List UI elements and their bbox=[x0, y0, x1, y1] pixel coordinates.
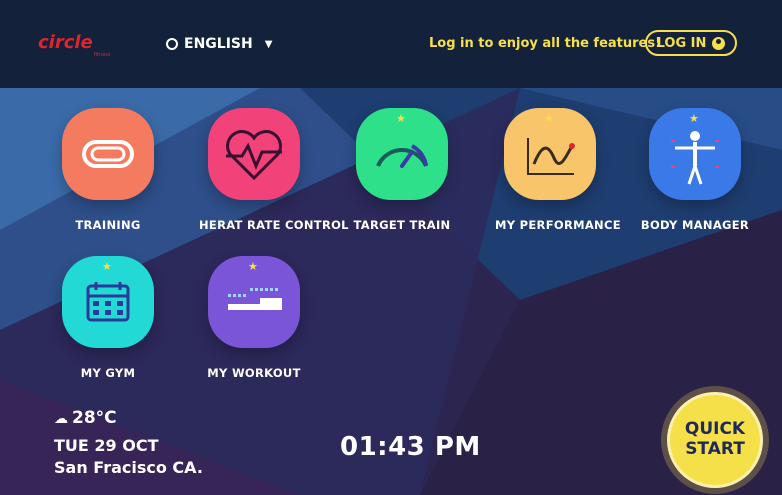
heart-rate-icon bbox=[208, 108, 300, 200]
language-selector[interactable]: ENGLISH ▼ bbox=[166, 36, 272, 52]
tile-target-train[interactable]: ★ TARGET TRAIN bbox=[347, 108, 457, 232]
temperature: 28°C bbox=[72, 408, 117, 428]
tile-heart-rate-control[interactable]: HERAT RATE CONTROL bbox=[199, 108, 349, 232]
star-icon: ★ bbox=[248, 260, 258, 273]
body-icon: ★ bbox=[649, 108, 741, 200]
tile-label: MY WORKOUT bbox=[207, 366, 301, 380]
performance-chart-icon: ★ bbox=[504, 108, 596, 200]
tile-label: MY PERFORMANCE bbox=[495, 218, 621, 232]
star-icon: ★ bbox=[689, 112, 699, 125]
star-icon: ★ bbox=[396, 112, 406, 125]
tile-label: HERAT RATE CONTROL bbox=[199, 218, 349, 232]
gauge-icon: ★ bbox=[356, 108, 448, 200]
tile-my-workout[interactable]: ★ MY WORKOUT bbox=[199, 256, 309, 380]
star-icon: ★ bbox=[544, 112, 554, 125]
login-button[interactable]: LOG IN bbox=[645, 30, 737, 56]
track-icon bbox=[62, 108, 154, 200]
tile-body-manager[interactable]: ★ BODY MANAGER bbox=[640, 108, 750, 232]
tile-label: MY GYM bbox=[80, 366, 136, 380]
svg-text:circle: circle bbox=[38, 32, 93, 53]
language-label: ENGLISH bbox=[184, 36, 253, 52]
weather-readout: ☁ 28°C bbox=[54, 408, 117, 428]
tile-label: BODY MANAGER bbox=[640, 218, 750, 232]
brand-logo: circle fitness bbox=[38, 32, 130, 62]
tile-my-performance[interactable]: ★ MY PERFORMANCE bbox=[495, 108, 621, 232]
workout-steps-icon: ★ bbox=[208, 256, 300, 348]
chevron-down-icon: ▼ bbox=[264, 38, 273, 50]
city-readout: San Fracisco CA. bbox=[54, 458, 203, 477]
date-readout: TUE 29 OCT bbox=[54, 436, 159, 455]
tile-label: TRAINING bbox=[75, 218, 141, 232]
cloud-icon: ☁ bbox=[54, 411, 68, 427]
login-promo-text: Log in to enjoy all the features! bbox=[429, 36, 662, 51]
quick-start-button[interactable]: QUICK START bbox=[667, 392, 763, 488]
user-icon bbox=[712, 36, 726, 50]
globe-icon bbox=[166, 38, 178, 50]
quick-start-line2: START bbox=[685, 439, 745, 459]
star-icon: ★ bbox=[102, 260, 112, 273]
tile-my-gym[interactable]: ★ MY GYM bbox=[53, 256, 163, 380]
svg-text:fitness: fitness bbox=[94, 52, 111, 58]
top-bar: circle fitness ENGLISH ▼ Log in to enjoy… bbox=[0, 0, 782, 88]
clock: 01:43 PM bbox=[340, 432, 481, 462]
calendar-icon: ★ bbox=[62, 256, 154, 348]
login-label: LOG IN bbox=[656, 35, 707, 51]
tile-training[interactable]: TRAINING bbox=[53, 108, 163, 232]
tile-label: TARGET TRAIN bbox=[353, 218, 451, 232]
quick-start-line1: QUICK bbox=[684, 419, 746, 440]
